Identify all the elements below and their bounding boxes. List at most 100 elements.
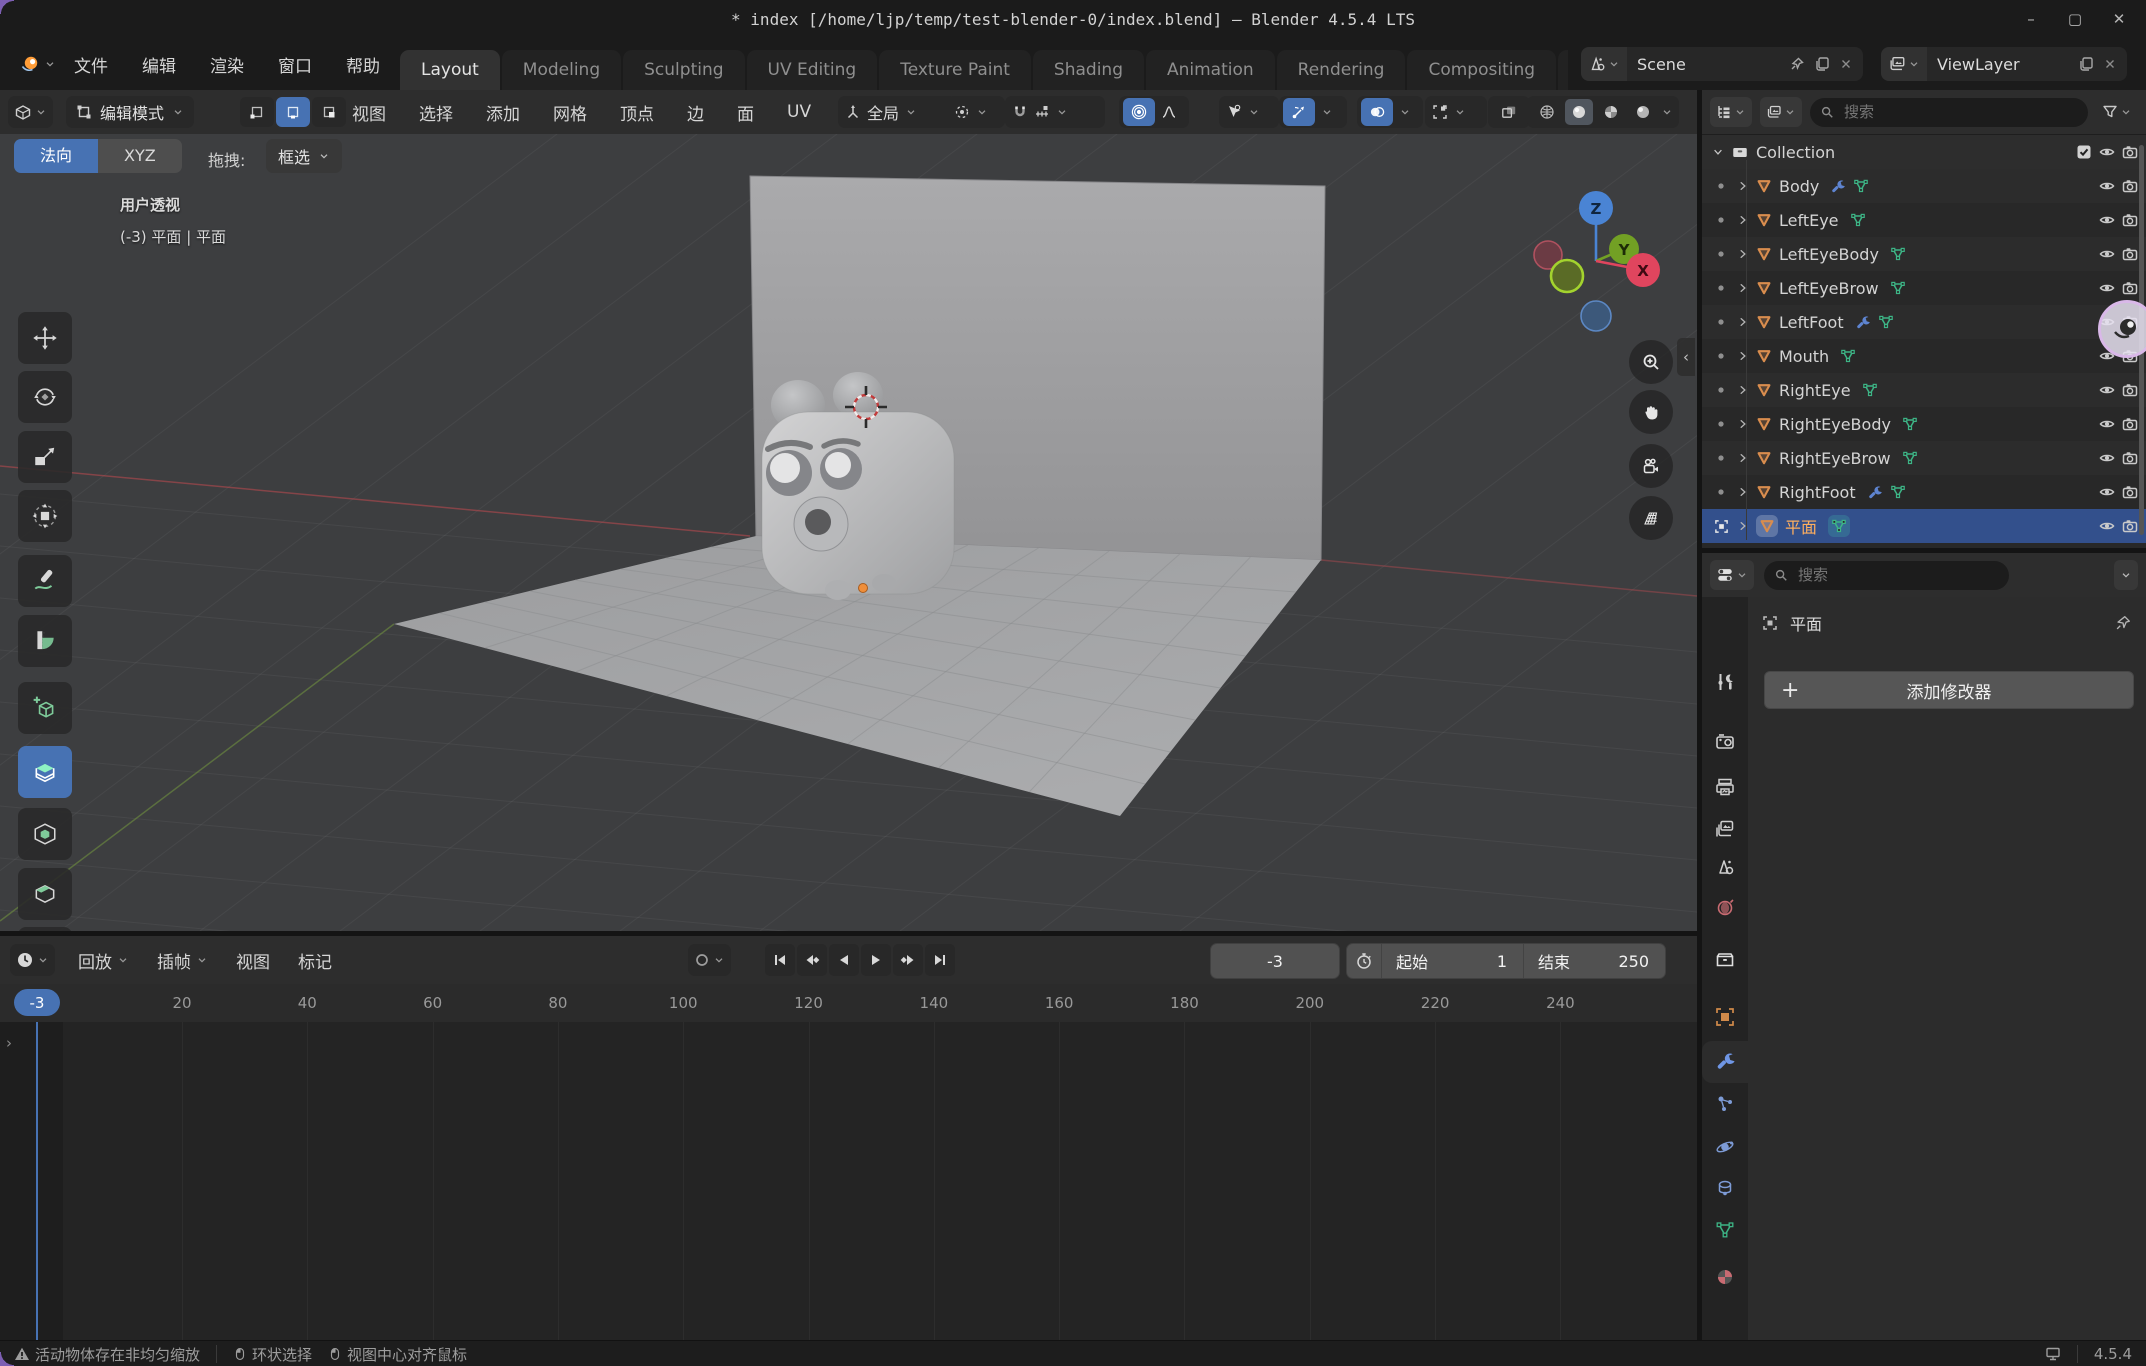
shading-dropdown-icon[interactable] bbox=[1661, 106, 1673, 118]
workspace-tab-Compositing[interactable]: Compositing bbox=[1407, 50, 1556, 90]
menu-渲染[interactable]: 渲染 bbox=[210, 52, 244, 77]
timeline-editor-dropdown[interactable] bbox=[10, 944, 55, 976]
workspace-tab-UV Editing[interactable]: UV Editing bbox=[747, 50, 878, 90]
collection-name[interactable]: Collection bbox=[1756, 143, 1835, 162]
gizmo-neg-z[interactable] bbox=[1581, 301, 1611, 331]
region-divider[interactable] bbox=[1702, 548, 2146, 553]
zoom-button[interactable] bbox=[1629, 340, 1673, 384]
camera-visibility-icon[interactable] bbox=[2122, 450, 2138, 466]
stopwatch-icon[interactable] bbox=[1347, 952, 1381, 970]
properties-tab-render[interactable] bbox=[1702, 723, 1748, 765]
menu-窗口[interactable]: 窗口 bbox=[278, 52, 312, 77]
unlink-icon[interactable] bbox=[1839, 57, 1853, 71]
viewport-menu-UV[interactable]: UV bbox=[787, 102, 811, 122]
expand-chevron-icon[interactable] bbox=[1737, 180, 1749, 192]
hide-eye-icon[interactable] bbox=[2099, 450, 2115, 466]
viewport-menu-视图[interactable]: 视图 bbox=[352, 100, 386, 125]
viewport-3d[interactable]: 法向 XYZ 拖拽: 框选 用户透视 (-3) 平面 | 平面 Z bbox=[0, 134, 1697, 931]
remove-viewlayer-icon[interactable] bbox=[2103, 57, 2117, 71]
properties-search[interactable] bbox=[1764, 561, 2009, 590]
properties-tab-tool[interactable] bbox=[1702, 663, 1748, 705]
scene-icon[interactable] bbox=[1581, 47, 1627, 81]
viewport-menu-边[interactable]: 边 bbox=[687, 100, 704, 125]
transform-orientation-dropdown[interactable]: 全局 bbox=[838, 96, 956, 128]
jump-to-start-button[interactable] bbox=[765, 944, 795, 976]
tool-extrude-region[interactable] bbox=[18, 746, 72, 798]
menu-文件[interactable]: 文件 bbox=[74, 52, 108, 77]
expand-chevron-icon[interactable] bbox=[1737, 316, 1749, 328]
camera-visibility-icon[interactable] bbox=[2122, 484, 2138, 500]
outliner-item[interactable]: RightEyeBrow bbox=[1702, 441, 2146, 475]
outliner-search-input[interactable] bbox=[1842, 102, 2078, 122]
edge-select-mode[interactable] bbox=[276, 97, 310, 127]
camera-visibility-icon[interactable] bbox=[2122, 280, 2138, 296]
outliner-item[interactable]: RightEye bbox=[1702, 373, 2146, 407]
properties-tab-physics[interactable] bbox=[1702, 1128, 1748, 1170]
mesh-edit-overlays-dropdown[interactable] bbox=[1425, 96, 1487, 128]
region-divider[interactable] bbox=[1697, 90, 1702, 1340]
expand-chevron-icon[interactable] bbox=[1737, 350, 1749, 362]
collapse-chevron-icon[interactable] bbox=[1712, 146, 1724, 158]
play-button[interactable] bbox=[861, 944, 891, 976]
expand-chevron-icon[interactable] bbox=[1737, 520, 1749, 532]
workspace-tab-Modeling[interactable]: Modeling bbox=[502, 50, 621, 90]
next-keyframe-button[interactable] bbox=[893, 944, 923, 976]
object-name[interactable]: LeftEye bbox=[1779, 211, 1839, 230]
object-name[interactable]: Mouth bbox=[1779, 347, 1829, 366]
expand-chevron-icon[interactable] bbox=[1737, 452, 1749, 464]
shading-material[interactable] bbox=[1597, 99, 1625, 125]
camera-visibility-icon[interactable] bbox=[2122, 382, 2138, 398]
hide-eye-icon[interactable] bbox=[2099, 416, 2115, 432]
maximize-button[interactable]: ▢ bbox=[2066, 10, 2084, 28]
outliner-item[interactable]: LeftFoot bbox=[1702, 305, 2146, 339]
expand-chevron-icon[interactable] bbox=[1737, 486, 1749, 498]
camera-visibility-icon[interactable] bbox=[2122, 212, 2138, 228]
collection-row[interactable]: Collection bbox=[1702, 135, 2146, 169]
playhead-line[interactable] bbox=[36, 1022, 38, 1340]
mode-dropdown[interactable]: 编辑模式 bbox=[66, 96, 194, 128]
proportional-editing-group[interactable] bbox=[1119, 96, 1189, 128]
tool-transform[interactable] bbox=[18, 490, 72, 542]
display-mode-dropdown[interactable] bbox=[1710, 97, 1752, 127]
tool-bevel[interactable] bbox=[18, 868, 72, 920]
camera-visibility-icon[interactable] bbox=[2122, 518, 2138, 534]
properties-tab-constraints[interactable] bbox=[1702, 1170, 1748, 1212]
camera-view-button[interactable] bbox=[1629, 444, 1673, 488]
falloff-curve-icon[interactable] bbox=[1161, 104, 1177, 120]
hide-eye-icon[interactable] bbox=[2099, 382, 2115, 398]
camera-visibility-icon[interactable] bbox=[2122, 246, 2138, 262]
scene-selector[interactable]: Scene bbox=[1581, 47, 1863, 81]
show-overlays-toggle[interactable] bbox=[1361, 98, 1393, 126]
minimize-button[interactable]: – bbox=[2022, 10, 2040, 28]
filter-dropdown[interactable] bbox=[2096, 97, 2138, 127]
filter-id-type-dropdown[interactable] bbox=[1760, 97, 1802, 127]
outliner-search[interactable] bbox=[1810, 98, 2088, 127]
object-name[interactable]: RightEye bbox=[1779, 381, 1851, 400]
object-name[interactable]: RightEyeBody bbox=[1779, 415, 1891, 434]
hide-eye-icon[interactable] bbox=[2099, 484, 2115, 500]
proportional-editing-toggle[interactable] bbox=[1123, 98, 1155, 126]
expand-chevron-icon[interactable] bbox=[1737, 214, 1749, 226]
tool-scale[interactable] bbox=[18, 431, 72, 483]
object-name[interactable]: 平面 bbox=[1785, 514, 1817, 538]
expand-chevron-icon[interactable] bbox=[1737, 418, 1749, 430]
object-name[interactable]: LeftFoot bbox=[1779, 313, 1844, 332]
properties-tab-object-data[interactable] bbox=[1702, 1211, 1748, 1253]
shading-rendered[interactable] bbox=[1629, 99, 1657, 125]
jump-to-end-button[interactable] bbox=[925, 944, 955, 976]
gizmos-group[interactable] bbox=[1279, 96, 1347, 128]
outliner-item[interactable]: RightEyeBody bbox=[1702, 407, 2146, 441]
properties-tab-collection[interactable] bbox=[1702, 941, 1748, 983]
workspace-tab-Sculpting[interactable]: Sculpting bbox=[623, 50, 744, 90]
xray-toggle[interactable] bbox=[1488, 96, 1530, 128]
playhead-frame-badge[interactable]: -3 bbox=[14, 989, 60, 1016]
viewlayer-name[interactable]: ViewLayer bbox=[1927, 55, 2078, 74]
current-frame-field[interactable]: -3 bbox=[1210, 943, 1340, 979]
workspace-tab-Animation[interactable]: Animation bbox=[1146, 50, 1275, 90]
properties-search-input[interactable] bbox=[1796, 565, 1999, 585]
prev-keyframe-button[interactable] bbox=[797, 944, 827, 976]
tool-annotate[interactable] bbox=[18, 555, 72, 607]
viewport-menu-顶点[interactable]: 顶点 bbox=[620, 100, 654, 125]
hide-eye-icon[interactable] bbox=[2099, 280, 2115, 296]
camera-visibility-icon[interactable] bbox=[2122, 178, 2138, 194]
